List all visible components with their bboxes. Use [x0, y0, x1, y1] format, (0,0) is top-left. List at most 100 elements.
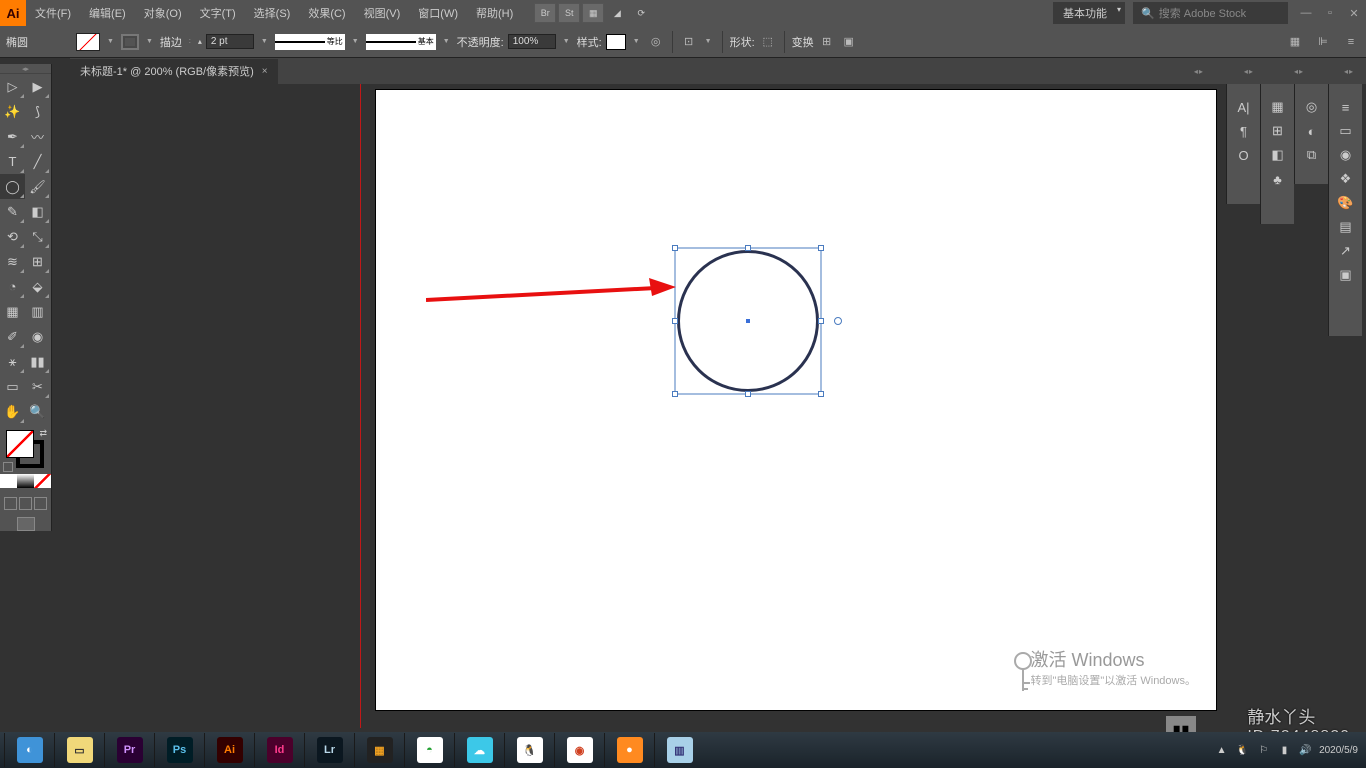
handle-nw[interactable]: [672, 245, 678, 251]
shape-builder-tool[interactable]: ◔: [0, 274, 25, 299]
tray-volume-icon[interactable]: 🔊: [1298, 743, 1313, 758]
menu-help[interactable]: 帮助(H): [467, 5, 522, 21]
slice-tool[interactable]: ✂: [25, 374, 50, 399]
artboard[interactable]: [376, 90, 1216, 710]
style-swatch[interactable]: [606, 34, 626, 50]
panel-toggle-2[interactable]: ◂▸: [1244, 67, 1254, 76]
zoom-tool[interactable]: 🔍: [25, 399, 50, 424]
tab-close-icon[interactable]: ×: [262, 66, 268, 77]
type-tool[interactable]: T: [0, 149, 25, 174]
pen-tool[interactable]: ✒: [0, 124, 25, 149]
gradient-tool[interactable]: ▥: [25, 299, 50, 324]
handle-ne[interactable]: [818, 245, 824, 251]
menu-file[interactable]: 文件(F): [26, 5, 80, 21]
handle-s[interactable]: [745, 391, 751, 397]
pie-handle[interactable]: [834, 317, 842, 325]
rotate-tool[interactable]: ⟲: [0, 224, 25, 249]
line-tool[interactable]: ╱: [25, 149, 50, 174]
panel-toggle-1[interactable]: ◂▸: [1194, 67, 1204, 76]
window-close[interactable]: ✕: [1342, 3, 1366, 23]
blend-tool[interactable]: ◉: [25, 324, 50, 349]
stroke-swatch[interactable]: [121, 34, 139, 50]
align-panel-icon[interactable]: ▦: [1266, 96, 1290, 118]
shaper-tool[interactable]: ✎: [0, 199, 25, 224]
curvature-tool[interactable]: 〰: [25, 124, 50, 149]
window-maximize[interactable]: ▫: [1318, 3, 1342, 23]
links-panel-icon[interactable]: ⧉: [1300, 144, 1324, 166]
taskbar-app-6[interactable]: Lr: [304, 733, 354, 767]
arrange-docs-icon[interactable]: ▦: [582, 3, 604, 23]
handle-n[interactable]: [745, 245, 751, 251]
color-mode-solid[interactable]: [0, 474, 17, 488]
ellipse-tool[interactable]: ◯: [0, 174, 25, 199]
export-panel-icon[interactable]: ↗: [1334, 240, 1358, 262]
mesh-tool[interactable]: ▦: [0, 299, 25, 324]
hand-tool[interactable]: ✋: [0, 399, 25, 424]
fill-swatch[interactable]: [76, 33, 100, 51]
transform-panel-icon[interactable]: ⊞: [1266, 120, 1290, 142]
menu-view[interactable]: 视图(V): [355, 5, 410, 21]
color-mode-none[interactable]: [34, 474, 51, 488]
layers-panel-icon[interactable]: ❖: [1334, 168, 1358, 190]
stock-search[interactable]: 🔍 搜索 Adobe Stock: [1133, 2, 1288, 24]
menu-object[interactable]: 对象(O): [135, 5, 191, 21]
graph-tool[interactable]: ▮▮: [25, 349, 50, 374]
tray-qq-icon[interactable]: 🐧: [1235, 743, 1250, 758]
panel-toggle-4[interactable]: ◂▸: [1344, 67, 1354, 76]
libraries-panel-icon[interactable]: ◐: [1300, 120, 1324, 142]
artboards-panel-icon[interactable]: ▣: [1334, 264, 1358, 286]
taskbar-app-10[interactable]: 🐧: [504, 733, 554, 767]
taskbar-app-13[interactable]: ▥: [654, 733, 704, 767]
properties-panel-icon[interactable]: ≡: [1334, 96, 1358, 118]
opentype-panel-icon[interactable]: O: [1232, 144, 1256, 166]
fill-indicator[interactable]: [6, 430, 34, 458]
selection-tool[interactable]: ▷: [0, 74, 25, 99]
appearance-panel-icon[interactable]: ▭: [1334, 120, 1358, 142]
lasso-tool[interactable]: ⟆: [25, 99, 50, 124]
opacity-input[interactable]: [508, 34, 556, 49]
draw-normal[interactable]: [4, 497, 17, 510]
sync-icon[interactable]: ⟳: [630, 3, 652, 23]
menu-window[interactable]: 窗口(W): [409, 5, 467, 21]
taskbar-app-12[interactable]: ●: [604, 733, 654, 767]
color-mode-gradient[interactable]: [17, 474, 34, 488]
stroke-weight-input[interactable]: [206, 34, 254, 49]
magic-wand-tool[interactable]: ✨: [0, 99, 25, 124]
taskbar-app-3[interactable]: Ps: [154, 733, 204, 767]
character-panel-icon[interactable]: A|: [1232, 96, 1256, 118]
graphic-styles-panel-icon[interactable]: ◉: [1334, 144, 1358, 166]
menu-type[interactable]: 文字(T): [191, 5, 245, 21]
panel-toggle-3[interactable]: ◂▸: [1294, 67, 1304, 76]
taskbar-app-5[interactable]: Id: [254, 733, 304, 767]
swap-fill-stroke-icon[interactable]: ⇄: [39, 428, 47, 439]
handle-sw[interactable]: [672, 391, 678, 397]
tray-network-icon[interactable]: ▮: [1277, 743, 1292, 758]
handle-w[interactable]: [672, 318, 678, 324]
paintbrush-tool[interactable]: 🖌: [25, 174, 50, 199]
handle-e[interactable]: [818, 318, 824, 324]
stroke-stepper-up[interactable]: ▴: [198, 37, 202, 46]
doc-setup-icon[interactable]: ▦: [1286, 33, 1304, 50]
stock-icon[interactable]: St: [558, 3, 580, 23]
artboard-tool[interactable]: ▭: [0, 374, 25, 399]
taskbar-app-0[interactable]: ◐: [4, 733, 54, 767]
perspective-tool[interactable]: ⬙: [25, 274, 50, 299]
prefs-icon[interactable]: ⊫: [1314, 33, 1332, 50]
align-icon[interactable]: ⊡: [680, 33, 698, 50]
menu-effect[interactable]: 效果(C): [299, 5, 354, 21]
toolbox-grip[interactable]: ◂▸: [0, 64, 51, 74]
menu-edit[interactable]: 编辑(E): [80, 5, 135, 21]
width-profile[interactable]: 等比: [275, 34, 345, 50]
panel-menu-icon[interactable]: ≡: [1342, 33, 1360, 50]
tray-flag-icon[interactable]: ⚐: [1256, 743, 1271, 758]
tray-date[interactable]: 2020/5/9: [1319, 745, 1358, 756]
cc-panel-icon[interactable]: ◎: [1300, 96, 1324, 118]
isolate-icon[interactable]: ▣: [840, 33, 858, 50]
screen-mode[interactable]: [0, 517, 51, 531]
pathfinder-panel-icon[interactable]: ◧: [1266, 144, 1290, 166]
draw-inside[interactable]: [34, 497, 47, 510]
color-panel-icon[interactable]: 🎨: [1334, 192, 1358, 214]
direct-selection-tool[interactable]: ▶: [25, 74, 50, 99]
taskbar-app-4[interactable]: Ai: [204, 733, 254, 767]
handle-se[interactable]: [818, 391, 824, 397]
